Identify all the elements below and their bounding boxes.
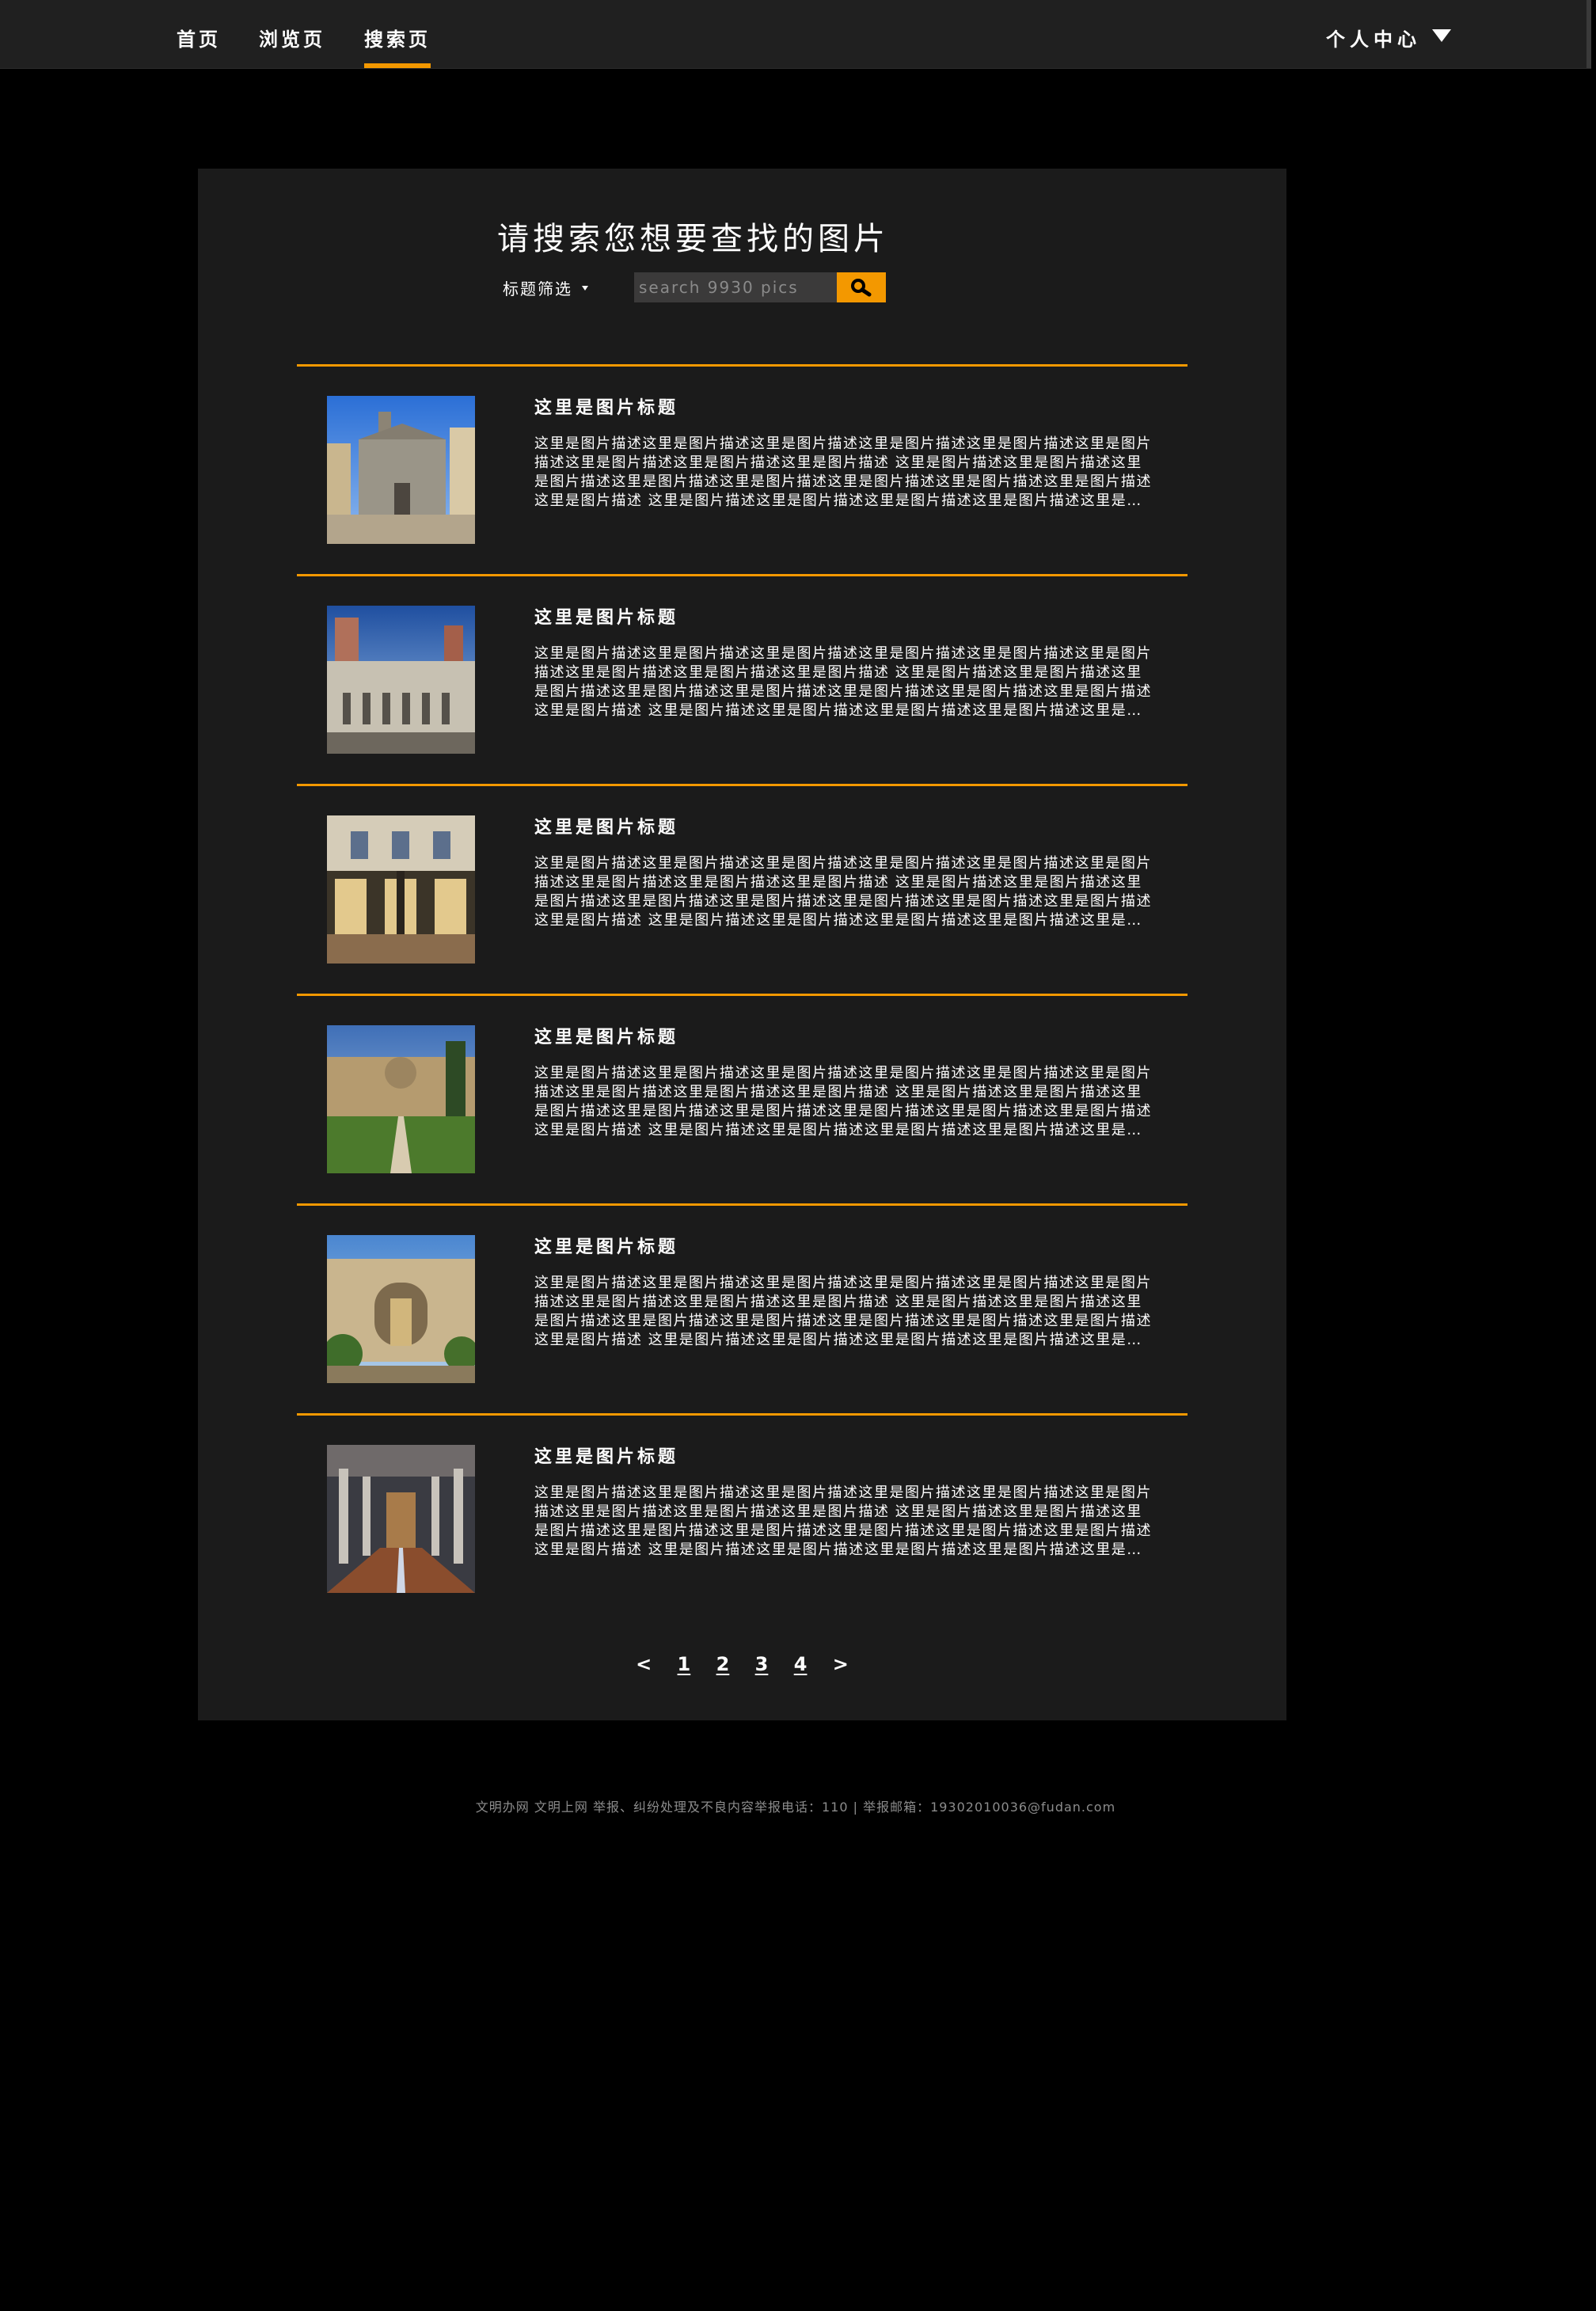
prev-page-button[interactable]: < (636, 1653, 652, 1675)
search-icon (851, 279, 872, 297)
result-description: 这里是图片描述这里是图片描述这里是图片描述这里是图片描述这里是图片描述这里是图片… (534, 435, 1152, 509)
result-title[interactable]: 这里是图片标题 (534, 603, 678, 629)
result-list: 这里是图片标题 这里是图片描述这里是图片描述这里是图片描述这里是图片描述这里是图… (297, 364, 1188, 1623)
result-description: 这里是图片描述这里是图片描述这里是图片描述这里是图片描述这里是图片描述这里是图片… (534, 1484, 1152, 1558)
scrollbar[interactable] (1586, 0, 1591, 68)
result-title[interactable]: 这里是图片标题 (534, 813, 678, 838)
list-item[interactable]: 这里是图片标题 这里是图片描述这里是图片描述这里是图片描述这里是图片描述这里是图… (297, 364, 1188, 574)
result-description: 这里是图片描述这里是图片描述这里是图片描述这里是图片描述这里是图片描述这里是图片… (534, 1275, 1152, 1348)
page-link-1[interactable]: 1 (678, 1653, 691, 1675)
chevron-down-icon (1432, 29, 1451, 42)
result-thumbnail[interactable] (327, 396, 475, 544)
search-panel: 请搜索您想要查找的图片 标题筛选 search 9930 pics 这里是图片标… (198, 169, 1286, 1720)
page-link-4[interactable]: 4 (794, 1653, 808, 1675)
result-description: 这里是图片描述这里是图片描述这里是图片描述这里是图片描述这里是图片描述这里是图片… (534, 855, 1152, 929)
user-center-label: 个人中心 (1326, 29, 1421, 51)
caret-down-icon (582, 285, 588, 291)
next-page-button[interactable]: > (833, 1653, 849, 1675)
nav-item-search[interactable]: 搜索页 (364, 24, 431, 68)
result-thumbnail[interactable] (327, 815, 475, 964)
result-title[interactable]: 这里是图片标题 (534, 393, 678, 419)
nav-item-browse[interactable]: 浏览页 (259, 24, 325, 68)
top-nav: 首页 浏览页 搜索页 个人中心 (0, 0, 1591, 69)
result-title[interactable]: 这里是图片标题 (534, 1023, 678, 1048)
nav-item-home[interactable]: 首页 (177, 24, 221, 68)
list-item[interactable]: 这里是图片标题 这里是图片描述这里是图片描述这里是图片描述这里是图片描述这里是图… (297, 1413, 1188, 1623)
list-item[interactable]: 这里是图片标题 这里是图片描述这里是图片描述这里是图片描述这里是图片描述这里是图… (297, 1203, 1188, 1413)
result-title[interactable]: 这里是图片标题 (534, 1233, 678, 1258)
result-thumbnail[interactable] (327, 1025, 475, 1173)
result-title[interactable]: 这里是图片标题 (534, 1442, 678, 1468)
footer-text: 文明办网 文明上网 举报、纠纷处理及不良内容举报电话：110 | 举报邮箱：19… (475, 1800, 1116, 1815)
list-item[interactable]: 这里是图片标题 这里是图片描述这里是图片描述这里是图片描述这里是图片描述这里是图… (297, 784, 1188, 994)
result-thumbnail[interactable] (327, 606, 475, 754)
search-input[interactable] (634, 272, 837, 302)
page-link-3[interactable]: 3 (755, 1653, 769, 1675)
user-center-menu[interactable]: 个人中心 (1326, 24, 1451, 51)
page-title: 请搜索您想要查找的图片 (497, 221, 889, 257)
search-button[interactable] (837, 272, 886, 302)
result-thumbnail[interactable] (327, 1235, 475, 1383)
result-description: 这里是图片描述这里是图片描述这里是图片描述这里是图片描述这里是图片描述这里是图片… (534, 645, 1152, 719)
filter-label: 标题筛选 (503, 279, 572, 298)
title-filter-dropdown[interactable]: 标题筛选 (503, 276, 588, 299)
page-link-2[interactable]: 2 (716, 1653, 730, 1675)
result-description: 这里是图片描述这里是图片描述这里是图片描述这里是图片描述这里是图片描述这里是图片… (534, 1065, 1152, 1138)
pagination: < 1 2 3 4 > (198, 1653, 1286, 1675)
result-thumbnail[interactable] (327, 1445, 475, 1593)
list-item[interactable]: 这里是图片标题 这里是图片描述这里是图片描述这里是图片描述这里是图片描述这里是图… (297, 574, 1188, 784)
list-item[interactable]: 这里是图片标题 这里是图片描述这里是图片描述这里是图片描述这里是图片描述这里是图… (297, 994, 1188, 1203)
